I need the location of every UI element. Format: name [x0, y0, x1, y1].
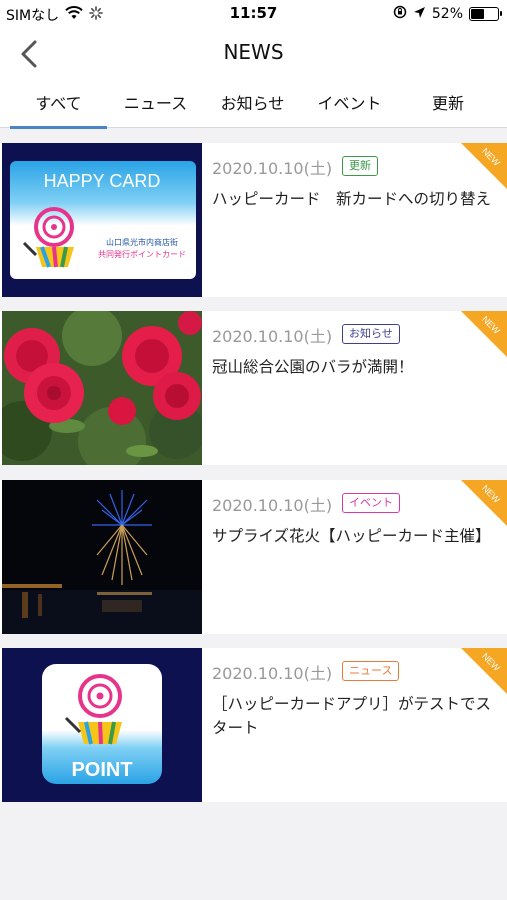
category-badge: イベント	[342, 493, 400, 513]
category-badge: お知らせ	[342, 324, 400, 344]
chevron-left-icon	[21, 40, 37, 68]
page-title: NEWS	[223, 40, 284, 64]
news-date: 2020.10.10(土)	[212, 327, 333, 346]
roses-image	[2, 311, 202, 465]
category-badge: ニュース	[342, 661, 400, 681]
battery-percent: 52%	[431, 6, 463, 22]
location-arrow-icon	[413, 6, 426, 23]
status-bar: SIMなし 11:57 52%	[0, 0, 507, 28]
news-title: ハッピーカード 新カードへの切り替え	[212, 190, 492, 208]
category-badge: 更新	[342, 156, 378, 176]
news-item[interactable]: HAPPY CARD 山口県光市内商店街 共同発行ポイントカード 2020.10…	[0, 143, 507, 297]
news-date: 2020.10.10(土)	[212, 496, 333, 515]
tab-all[interactable]: すべて	[10, 84, 107, 129]
point-app-label: POINT	[71, 759, 132, 781]
battery-level	[471, 9, 484, 19]
category-tabs: すべて ニュース お知らせ イベント 更新	[0, 84, 507, 129]
new-ribbon: NEW	[461, 480, 507, 526]
tab-news[interactable]: ニュース	[107, 84, 204, 128]
lock-rotation-icon	[393, 5, 407, 23]
news-title: ［ハッピーカードアプリ］がテストでスタート	[212, 695, 492, 737]
news-date: 2020.10.10(土)	[212, 664, 333, 683]
fireworks-image	[2, 480, 202, 634]
back-button[interactable]	[10, 34, 50, 74]
tab-events[interactable]: イベント	[301, 84, 398, 128]
tab-notices[interactable]: お知らせ	[204, 84, 301, 128]
happy-card-image: HAPPY CARD 山口県光市内商店街 共同発行ポイントカード	[2, 143, 202, 297]
happy-card-label: HAPPY CARD	[44, 171, 161, 191]
news-item[interactable]: 2020.10.10(土) イベント サプライズ花火【ハッピーカード主催】 NE…	[0, 480, 507, 634]
tab-updates[interactable]: 更新	[398, 84, 498, 128]
nav-bar: NEWS	[0, 28, 507, 78]
new-ribbon: NEW	[461, 648, 507, 694]
news-title: 冠山総合公園のバラが満開！	[212, 358, 414, 376]
news-item[interactable]: 2020.10.10(土) お知らせ 冠山総合公園のバラが満開！ NEW	[0, 311, 507, 465]
battery-icon	[469, 7, 502, 21]
point-app-image: POINT	[2, 648, 202, 802]
news-title: サプライズ花火【ハッピーカード主催】	[212, 527, 491, 545]
news-item[interactable]: POINT 2020.10.10(土) ニュース ［ハッピーカードアプリ］がテス…	[0, 648, 507, 802]
happy-card-caption-1: 山口県光市内商店街	[106, 237, 178, 247]
news-date: 2020.10.10(土)	[212, 159, 333, 178]
new-ribbon: NEW	[461, 311, 507, 357]
new-ribbon: NEW	[461, 143, 507, 189]
happy-card-caption-2: 共同発行ポイントカード	[98, 249, 186, 259]
